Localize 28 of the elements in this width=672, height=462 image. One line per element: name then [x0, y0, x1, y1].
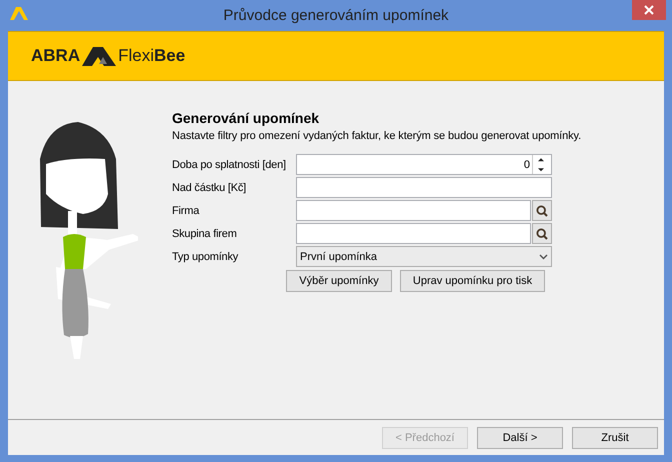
wizard-button[interactable]: Další > [477, 426, 563, 448]
close-icon [644, 5, 654, 15]
action-button[interactable]: Uprav upomínku pro tisk [400, 270, 545, 292]
number-field[interactable]: 0 [296, 154, 552, 175]
field-label: Doba po splatnosti [den] [172, 158, 287, 170]
app-logo-icon [10, 6, 28, 20]
search-button[interactable] [532, 200, 552, 221]
field-label: Skupina firem [172, 228, 238, 240]
field-label: Typ upomínky [172, 250, 240, 262]
logo-text: ABRA [31, 46, 80, 66]
logo-text: FlexiBee [118, 46, 186, 66]
input-field[interactable] [296, 223, 531, 244]
field-label: Firma [172, 204, 200, 216]
dropdown-field[interactable]: První upomínka [296, 246, 552, 267]
input-field[interactable] [296, 177, 552, 198]
action-button[interactable]: Výběr upomínky [286, 270, 392, 292]
window-title: Průvodce generováním upomínek [222, 7, 450, 24]
logo-mark-icon [82, 46, 116, 66]
input-field[interactable] [296, 200, 531, 221]
field-label: Nad částku [Kč] [172, 182, 248, 194]
form-title: Generování upomínek [172, 110, 320, 126]
search-button[interactable] [532, 223, 552, 244]
wizard-button[interactable]: Zrušit [572, 426, 658, 448]
close-button[interactable] [632, 0, 666, 20]
search-icon [536, 204, 548, 216]
search-icon [536, 228, 548, 240]
form-description: Nastavte filtry pro omezení vydaných faktur, ke kterým se budou generovat upomínky. [172, 130, 582, 142]
chevron-down-icon [539, 254, 548, 260]
